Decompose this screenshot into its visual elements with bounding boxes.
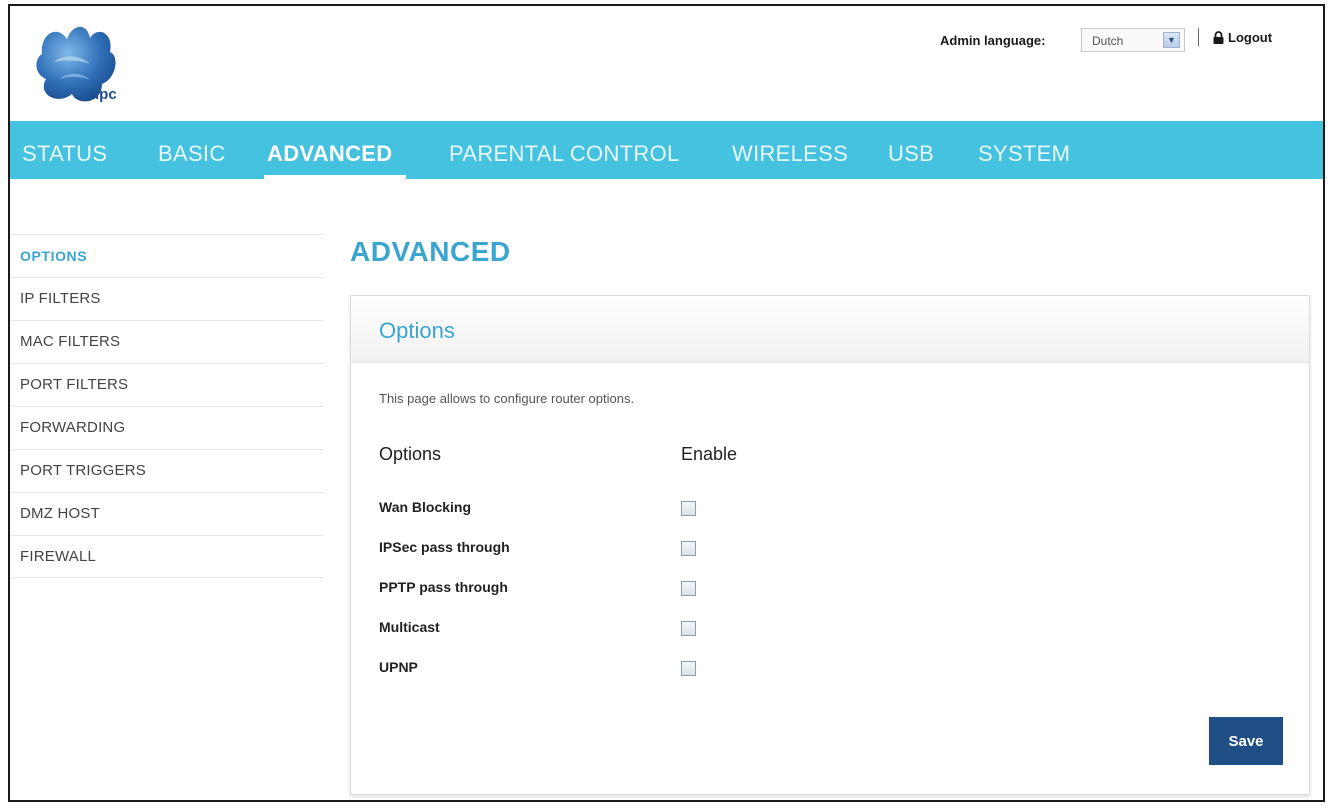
- option-label-ipsec: IPSec pass through: [379, 539, 510, 555]
- router-admin-window: upc Admin language: Dutch ▼ Logout STATU…: [8, 4, 1325, 802]
- options-panel: Options This page allows to configure ro…: [350, 295, 1310, 795]
- sidebar-item-ip-filters[interactable]: IP FILTERS: [10, 277, 324, 320]
- option-label-wan-blocking: Wan Blocking: [379, 499, 472, 515]
- sidebar-item-dmz-host[interactable]: DMZ HOST: [10, 492, 324, 535]
- header-divider: [1198, 28, 1199, 46]
- panel-description: This page allows to configure router opt…: [379, 391, 635, 406]
- checkbox-pptp[interactable]: [681, 581, 696, 596]
- language-value: Dutch: [1092, 34, 1124, 48]
- admin-language-label: Admin language:: [940, 33, 1046, 48]
- page-title: ADVANCED: [350, 236, 511, 267]
- nav-active-indicator: [264, 175, 406, 179]
- nav-system[interactable]: SYSTEM: [978, 141, 1070, 167]
- lock-icon: [1213, 31, 1224, 47]
- upc-logo: [32, 24, 142, 114]
- option-label-pptp: PPTP pass through: [379, 579, 508, 595]
- logo-text: upc: [90, 86, 117, 103]
- sidebar: OPTIONS IP FILTERS MAC FILTERS PORT FILT…: [10, 234, 324, 578]
- checkbox-ipsec[interactable]: [681, 541, 696, 556]
- panel-title: Options: [379, 318, 455, 343]
- nav-status[interactable]: STATUS: [22, 141, 107, 167]
- checkbox-wan-blocking[interactable]: [681, 501, 696, 516]
- logout-label: Logout: [1228, 30, 1273, 45]
- save-button[interactable]: Save: [1209, 717, 1283, 765]
- language-select[interactable]: Dutch ▼: [1081, 28, 1185, 52]
- sidebar-item-port-filters[interactable]: PORT FILTERS: [10, 363, 324, 406]
- nav-advanced[interactable]: ADVANCED: [267, 141, 392, 167]
- nav-basic[interactable]: BASIC: [158, 141, 226, 167]
- upc-logo-icon: [36, 26, 116, 102]
- main-nav: STATUS BASIC ADVANCED PARENTAL CONTROL W…: [10, 121, 1323, 179]
- sidebar-item-port-triggers[interactable]: PORT TRIGGERS: [10, 449, 324, 492]
- sidebar-item-forwarding[interactable]: FORWARDING: [10, 406, 324, 449]
- checkbox-upnp[interactable]: [681, 661, 696, 676]
- sidebar-item-options[interactable]: OPTIONS: [10, 234, 324, 277]
- nav-parental-control[interactable]: PARENTAL CONTROL: [449, 141, 680, 167]
- sidebar-item-mac-filters[interactable]: MAC FILTERS: [10, 320, 324, 363]
- option-label-upnp: UPNP: [379, 659, 418, 675]
- nav-usb[interactable]: USB: [888, 141, 934, 167]
- panel-header: Options: [351, 296, 1309, 363]
- nav-wireless[interactable]: WIRELESS: [732, 141, 848, 167]
- chevron-down-icon[interactable]: ▼: [1163, 32, 1180, 48]
- column-header-options: Options: [379, 444, 442, 464]
- option-label-multicast: Multicast: [379, 619, 440, 635]
- checkbox-multicast[interactable]: [681, 621, 696, 636]
- sidebar-item-firewall[interactable]: FIREWALL: [10, 535, 324, 578]
- column-header-enable: Enable: [681, 444, 738, 464]
- logout-link[interactable]: Logout: [1213, 30, 1272, 47]
